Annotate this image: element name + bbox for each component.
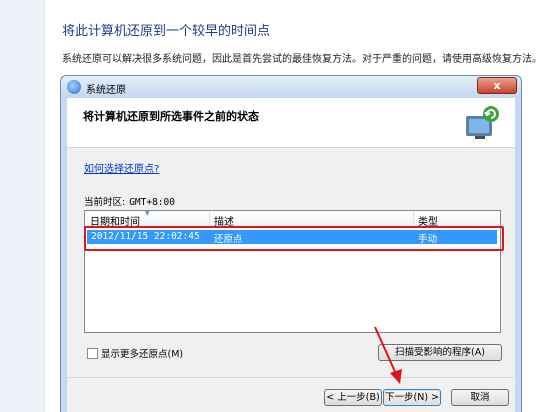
- timezone-value: GMT+8:00: [129, 197, 175, 208]
- show-more-label: 显示更多还原点(M): [101, 349, 184, 360]
- system-restore-icon: [67, 80, 81, 94]
- next-button[interactable]: 下一步(N) >: [383, 389, 441, 406]
- window-titlebar[interactable]: 系统还原 x: [61, 76, 521, 98]
- dialog-heading: 将计算机还原到所选事件之前的状态: [83, 110, 259, 123]
- window-title: 系统还原: [86, 85, 126, 96]
- back-button[interactable]: < 上一步(B): [324, 389, 382, 406]
- column-header-type[interactable]: 类型: [418, 213, 438, 228]
- footer-divider: [67, 377, 515, 378]
- timezone-caption: 当前时区:: [84, 197, 126, 208]
- dialog-header: 将计算机还原到所选事件之前的状态: [67, 98, 515, 148]
- show-more-checkbox[interactable]: [87, 347, 98, 359]
- help-choose-restore-point-link[interactable]: 如何选择还原点?: [84, 160, 159, 175]
- show-more-restore-points[interactable]: 显示更多还原点(M): [87, 346, 183, 360]
- cancel-button[interactable]: 取消: [451, 389, 509, 406]
- timezone-label: 当前时区: GMT+8:00: [84, 194, 175, 208]
- left-panel-strip: [0, 0, 45, 412]
- column-header-description[interactable]: 描述: [214, 213, 234, 228]
- page-title: 将此计算机还原到一个较早的时间点: [62, 24, 271, 39]
- computer-restore-icon: [466, 106, 499, 139]
- column-header-datetime[interactable]: 日期和时间: [90, 213, 140, 228]
- scan-affected-programs-button[interactable]: 扫描受影响的程序(A): [378, 344, 502, 361]
- annotation-highlight-box: [84, 226, 504, 251]
- page-description: 系统还原可以解决很多系统问题，因此是首先尝试的最佳恢复方法。对于严重的问题，请使…: [62, 54, 536, 65]
- dialog-client-area: 将计算机还原到所选事件之前的状态 如何选择还原点? 当前时区: GMT+8:00 …: [67, 98, 515, 412]
- sort-descending-icon: ▼: [145, 210, 150, 217]
- close-button[interactable]: x: [477, 77, 517, 94]
